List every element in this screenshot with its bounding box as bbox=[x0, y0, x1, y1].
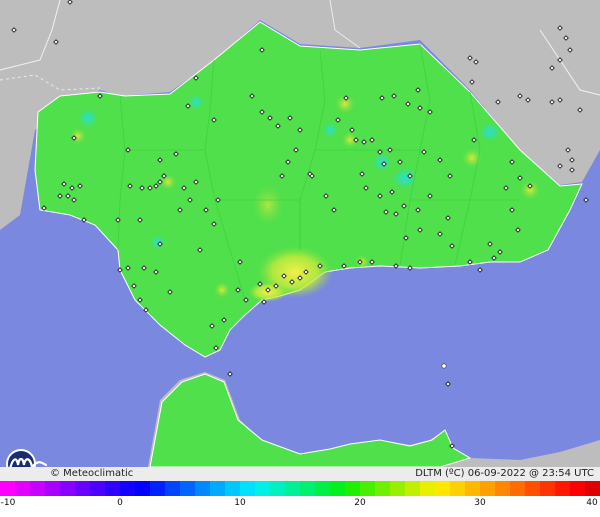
colorbar-segment bbox=[495, 481, 510, 496]
colorbar-segment bbox=[390, 481, 405, 496]
colorbar-segment bbox=[540, 481, 555, 496]
colorbar-segment bbox=[330, 481, 345, 496]
cool-spot-3 bbox=[78, 108, 98, 128]
colorbar-ticks: -10 0 10 20 30 40 bbox=[0, 496, 600, 517]
colorbar-segment bbox=[30, 481, 45, 496]
colorbar-segment bbox=[0, 481, 15, 496]
colorbar-segment bbox=[165, 481, 180, 496]
colorbar-segment bbox=[405, 481, 420, 496]
map-caption: DLTM (ºC) 06-09-2022 @ 23:54 UTC bbox=[415, 468, 594, 479]
colorbar-segment bbox=[195, 481, 210, 496]
colorbar-segment bbox=[90, 481, 105, 496]
cool-spot-2 bbox=[478, 122, 502, 142]
colorbar-segment bbox=[285, 481, 300, 496]
colorbar-segment bbox=[345, 481, 360, 496]
colorbar-segment bbox=[465, 481, 480, 496]
colorbar-segment bbox=[120, 481, 135, 496]
colorbar-tick-label: -10 bbox=[0, 498, 16, 508]
footer-bar: © Meteoclimatic DLTM (ºC) 06-09-2022 @ 2… bbox=[0, 467, 600, 481]
cool-spot-4 bbox=[372, 152, 392, 172]
colorbar-segment bbox=[60, 481, 75, 496]
colorbar-segment bbox=[360, 481, 375, 496]
warm-spot-4 bbox=[70, 128, 86, 144]
temperature-map[interactable] bbox=[0, 0, 600, 467]
warm-spot-7 bbox=[214, 282, 230, 298]
colorbar-tick-label: 10 bbox=[234, 498, 246, 508]
colorbar-segment bbox=[180, 481, 195, 496]
colorbar-tick-label: 30 bbox=[474, 498, 486, 508]
colorbar-segment bbox=[525, 481, 540, 496]
map-viewer: { "footer": { "credit": "© Meteoclimatic… bbox=[0, 0, 600, 517]
alboran-island-station bbox=[441, 363, 447, 369]
colorbar-segment bbox=[105, 481, 120, 496]
temperature-colorbar bbox=[0, 481, 600, 496]
credit-text: © Meteoclimatic bbox=[50, 468, 134, 479]
colorbar-segment bbox=[150, 481, 165, 496]
cool-spot-7 bbox=[322, 122, 338, 138]
colorbar-tick-label: 40 bbox=[586, 498, 598, 508]
warm-spot-5 bbox=[252, 185, 284, 225]
colorbar-segment bbox=[225, 481, 240, 496]
colorbar-segment bbox=[375, 481, 390, 496]
colorbar-tick-label: 20 bbox=[354, 498, 366, 508]
cool-spot-6 bbox=[150, 234, 166, 250]
colorbar-segment bbox=[240, 481, 255, 496]
colorbar-segment bbox=[435, 481, 450, 496]
colorbar-tick-label: 0 bbox=[117, 498, 123, 508]
colorbar-segment bbox=[450, 481, 465, 496]
colorbar-segment bbox=[270, 481, 285, 496]
colorbar-segment bbox=[315, 481, 330, 496]
colorbar-segment bbox=[420, 481, 435, 496]
colorbar-segment bbox=[480, 481, 495, 496]
cool-spot-5 bbox=[188, 94, 204, 110]
colorbar-segment bbox=[510, 481, 525, 496]
colorbar-segment bbox=[45, 481, 60, 496]
warm-spot-6 bbox=[520, 180, 540, 200]
colorbar-segment bbox=[255, 481, 270, 496]
colorbar-segment bbox=[210, 481, 225, 496]
colorbar-segment bbox=[300, 481, 315, 496]
colorbar-segment bbox=[15, 481, 30, 496]
colorbar-segment bbox=[75, 481, 90, 496]
colorbar-segment bbox=[555, 481, 570, 496]
colorbar-segment bbox=[585, 481, 600, 496]
colorbar-segment bbox=[135, 481, 150, 496]
warm-spot-2 bbox=[462, 148, 482, 168]
colorbar-segment bbox=[570, 481, 585, 496]
